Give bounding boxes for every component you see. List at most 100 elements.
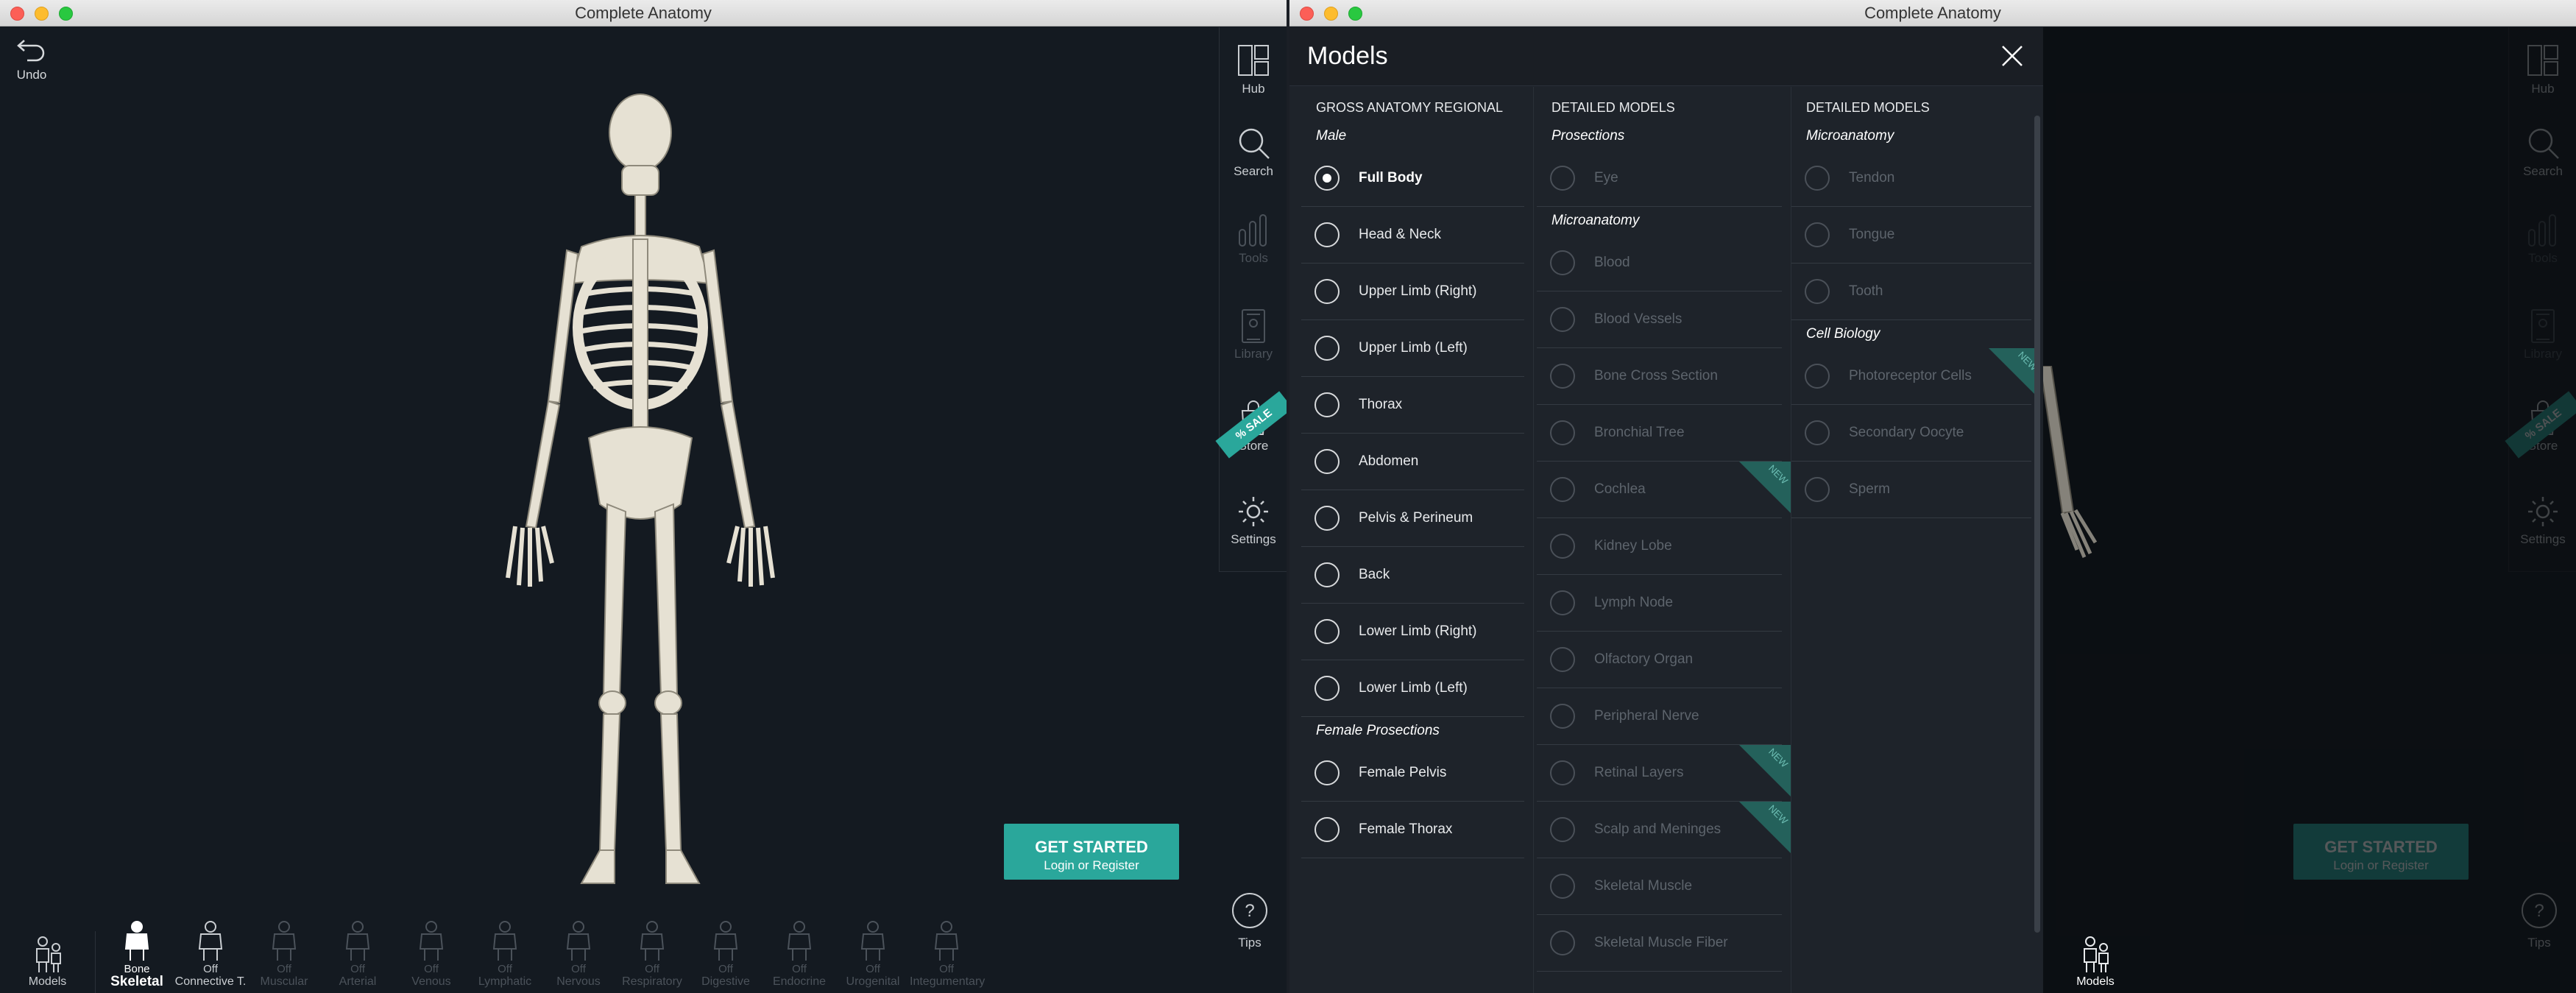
get-started-button[interactable]: GET STARTED Login or Register <box>1004 824 1179 880</box>
system-toggle-nervous[interactable]: Off Nervous <box>542 919 615 993</box>
hub-button[interactable]: Hub <box>1220 42 1287 96</box>
radio-button[interactable] <box>1314 449 1340 474</box>
radio-button[interactable] <box>1550 874 1575 899</box>
radio-button[interactable] <box>1550 704 1575 729</box>
radio-button[interactable] <box>1314 619 1340 644</box>
close-window-button[interactable] <box>1300 7 1314 21</box>
radio-button[interactable] <box>1314 506 1340 531</box>
radio-button[interactable] <box>1314 817 1340 842</box>
model-option-head-neck[interactable]: Head & Neck <box>1301 207 1524 264</box>
model-option-secondary-oocyte[interactable]: Secondary Oocyte <box>1791 405 2031 462</box>
search-button[interactable]: Search <box>1220 124 1287 179</box>
radio-button[interactable] <box>1805 364 1830 389</box>
radio-button[interactable] <box>1805 420 1830 445</box>
models-scrollbar[interactable] <box>2034 116 2040 933</box>
radio-button[interactable] <box>1550 817 1575 842</box>
maximize-window-button[interactable] <box>59 7 73 21</box>
radio-button[interactable] <box>1805 166 1830 191</box>
radio-button[interactable] <box>1550 930 1575 955</box>
system-toggle-urogenital[interactable]: Off Urogenital <box>836 919 910 993</box>
radio-button[interactable] <box>1550 534 1575 559</box>
radio-button[interactable] <box>1805 477 1830 502</box>
model-option-lower-limb-right[interactable]: Lower Limb (Right) <box>1301 604 1524 660</box>
close-models-button[interactable] <box>1998 42 2027 71</box>
radio-button[interactable] <box>1550 307 1575 332</box>
library-button[interactable]: Library <box>1220 307 1287 361</box>
radio-button[interactable] <box>1550 420 1575 445</box>
model-option-blood-vessels[interactable]: Blood Vessels <box>1537 291 1782 348</box>
modal-backdrop[interactable] <box>2043 27 2576 993</box>
models-button[interactable]: Models <box>0 931 96 993</box>
skeleton-model[interactable] <box>456 92 824 894</box>
radio-button[interactable] <box>1550 760 1575 785</box>
system-toggle-endocrine[interactable]: Off Endocrine <box>762 919 836 993</box>
radio-button[interactable] <box>1314 279 1340 304</box>
model-option-blood[interactable]: Blood <box>1537 235 1782 291</box>
model-option-back[interactable]: Back <box>1301 547 1524 604</box>
model-option-cochlea[interactable]: Cochlea NEW <box>1537 462 1791 518</box>
model-option-photoreceptor-cells[interactable]: Photoreceptor Cells NEW <box>1791 348 2040 405</box>
radio-button[interactable] <box>1314 222 1340 247</box>
settings-button[interactable]: Settings <box>1220 492 1287 547</box>
radio-button[interactable] <box>1314 392 1340 417</box>
model-option-label: Thorax <box>1359 397 1403 412</box>
radio-button[interactable] <box>1314 562 1340 587</box>
minimize-window-button[interactable] <box>35 7 49 21</box>
model-option-thorax[interactable]: Thorax <box>1301 377 1524 434</box>
model-option-full-body[interactable]: Full Body <box>1301 150 1524 207</box>
radio-button[interactable] <box>1550 647 1575 672</box>
radio-button[interactable] <box>1550 166 1575 191</box>
radio-button[interactable] <box>1314 336 1340 361</box>
system-toggle-lymphatic[interactable]: Off Lymphatic <box>468 919 542 993</box>
model-option-lymph-node[interactable]: Lymph Node <box>1537 575 1782 632</box>
tools-button[interactable]: Tools <box>1220 211 1287 266</box>
system-toggle-skeletal[interactable]: Bone Skeletal <box>100 919 174 993</box>
system-toggle-arterial[interactable]: Off Arterial <box>321 919 394 993</box>
model-option-female-thorax[interactable]: Female Thorax <box>1301 802 1524 858</box>
anatomy-viewport[interactable]: Undo Hub Search Tools Library Store % SA… <box>0 27 1287 993</box>
system-toggle-muscular[interactable]: Off Muscular <box>247 919 321 993</box>
radio-button[interactable] <box>1805 222 1830 247</box>
model-option-lower-limb-left[interactable]: Lower Limb (Left) <box>1301 660 1524 717</box>
radio-button[interactable] <box>1550 250 1575 275</box>
model-option-scalp-and-meninges[interactable]: Scalp and Meninges NEW <box>1537 802 1791 858</box>
model-option-peripheral-nerve[interactable]: Peripheral Nerve <box>1537 688 1782 745</box>
radio-button[interactable] <box>1805 279 1830 304</box>
model-option-kidney-lobe[interactable]: Kidney Lobe <box>1537 518 1782 575</box>
system-name: Respiratory <box>622 975 682 988</box>
models-button[interactable]: Models <box>2048 931 2143 993</box>
model-option-upper-limb-left[interactable]: Upper Limb (Left) <box>1301 320 1524 377</box>
model-option-tendon[interactable]: Tendon <box>1791 150 2031 207</box>
radio-button[interactable] <box>1314 760 1340 785</box>
model-option-label: Tongue <box>1849 227 1895 242</box>
model-option-bronchial-tree[interactable]: Bronchial Tree <box>1537 405 1782 462</box>
minimize-window-button[interactable] <box>1324 7 1338 21</box>
system-toggle-connective-t[interactable]: Off Connective T. <box>174 919 247 993</box>
model-option-tooth[interactable]: Tooth <box>1791 264 2031 320</box>
model-option-sperm[interactable]: Sperm <box>1791 462 2031 518</box>
radio-button[interactable] <box>1314 676 1340 701</box>
model-option-upper-limb-right[interactable]: Upper Limb (Right) <box>1301 264 1524 320</box>
model-option-skeletal-muscle-fiber[interactable]: Skeletal Muscle Fiber <box>1537 915 1782 972</box>
radio-button[interactable] <box>1550 590 1575 615</box>
model-option-tongue[interactable]: Tongue <box>1791 207 2031 264</box>
model-option-eye[interactable]: Eye <box>1537 150 1782 207</box>
radio-button[interactable] <box>1550 364 1575 389</box>
model-option-pelvis-perineum[interactable]: Pelvis & Perineum <box>1301 490 1524 547</box>
model-option-female-pelvis[interactable]: Female Pelvis <box>1301 745 1524 802</box>
maximize-window-button[interactable] <box>1348 7 1362 21</box>
model-option-skeletal-muscle[interactable]: Skeletal Muscle <box>1537 858 1782 915</box>
radio-button[interactable] <box>1314 166 1340 191</box>
radio-button[interactable] <box>1550 477 1575 502</box>
model-option-olfactory-organ[interactable]: Olfactory Organ <box>1537 632 1782 688</box>
close-window-button[interactable] <box>10 7 24 21</box>
system-toggle-digestive[interactable]: Off Digestive <box>689 919 762 993</box>
system-toggle-respiratory[interactable]: Off Respiratory <box>615 919 689 993</box>
model-option-retinal-layers[interactable]: Retinal Layers NEW <box>1537 745 1791 802</box>
tips-button[interactable]: ? Tips <box>1228 891 1272 950</box>
system-toggle-integumentary[interactable]: Off Integumentary <box>910 919 985 993</box>
system-toggle-venous[interactable]: Off Venous <box>394 919 468 993</box>
model-option-abdomen[interactable]: Abdomen <box>1301 434 1524 490</box>
undo-button[interactable]: Undo <box>13 36 50 82</box>
model-option-bone-cross-section[interactable]: Bone Cross Section <box>1537 348 1782 405</box>
